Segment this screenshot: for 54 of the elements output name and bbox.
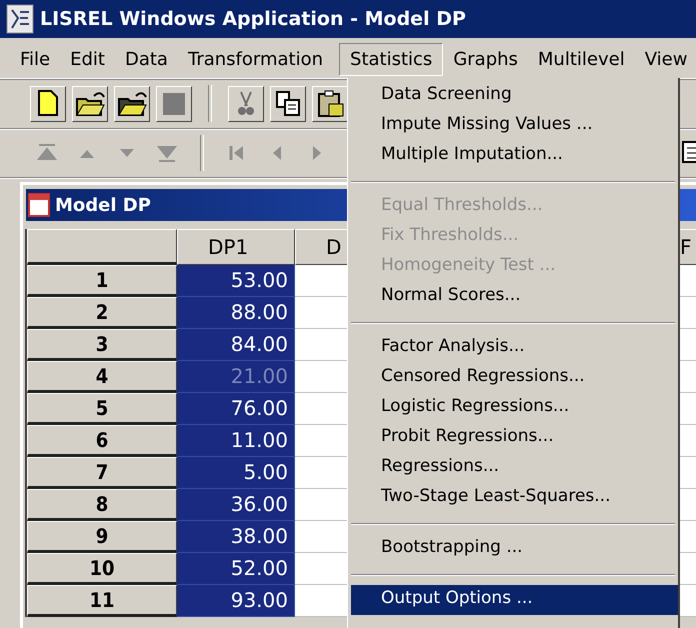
row-header[interactable]: 5 — [27, 393, 177, 425]
table-cell[interactable]: 52.00 — [177, 553, 295, 585]
row-header[interactable]: 2 — [27, 297, 177, 329]
table-cell[interactable]: 38.00 — [177, 521, 295, 553]
table-cell[interactable]: 93.00 — [177, 585, 295, 617]
table-cell[interactable]: 11.00 — [177, 425, 295, 457]
menu-item[interactable]: Censored Regressions... — [348, 363, 678, 393]
document-icon — [26, 191, 52, 219]
row-header[interactable]: 8 — [27, 489, 177, 521]
menu-item[interactable]: Probit Regressions... — [348, 423, 678, 453]
menu-item[interactable]: Factor Analysis... — [348, 333, 678, 363]
toolbar-button[interactable] — [30, 86, 66, 122]
menu-item[interactable]: Transformation — [178, 42, 334, 76]
menu-item[interactable]: Impute Missing Values ... — [348, 111, 678, 141]
child-window-title: Model DP — [55, 194, 151, 216]
menu-item[interactable]: View — [634, 42, 696, 76]
toolbar-button[interactable] — [156, 86, 192, 122]
menu-item[interactable]: Normal Scores... — [348, 282, 678, 312]
table-cell[interactable]: 88.00 — [177, 297, 295, 329]
menu-item[interactable]: Logistic Regressions... — [348, 393, 678, 423]
menu-item[interactable]: Statistics — [339, 42, 444, 76]
row-header[interactable]: 3 — [27, 329, 177, 361]
table-cell[interactable]: 76.00 — [177, 393, 295, 425]
menu-item[interactable]: Multilevel — [528, 42, 635, 76]
toolbar-button[interactable] — [270, 86, 306, 122]
toolbar-button[interactable] — [72, 86, 108, 122]
menu-item[interactable]: Output Options ... — [351, 585, 678, 615]
menu-item[interactable]: Data — [114, 42, 178, 76]
menu-item[interactable]: Data Screening — [348, 81, 678, 111]
menu-item[interactable]: Edit — [60, 42, 115, 76]
toolbar-button[interactable] — [114, 86, 150, 122]
row-header[interactable]: 10 — [27, 553, 177, 585]
row-header[interactable]: 1 — [27, 265, 177, 297]
window-title: LISREL Windows Application - Model DP — [40, 8, 466, 30]
toolbar-button[interactable] — [228, 86, 264, 122]
table-cell[interactable]: 53.00 — [177, 265, 295, 297]
table-cell[interactable]: 21.00 — [177, 361, 295, 393]
menu-item[interactable]: File — [10, 42, 60, 76]
app-icon — [6, 4, 34, 34]
row-header[interactable]: 11 — [27, 585, 177, 617]
row-header[interactable]: 6 — [27, 425, 177, 457]
menu-item[interactable]: Two-Stage Least-Squares... — [348, 483, 678, 513]
table-cell[interactable]: 84.00 — [177, 329, 295, 361]
row-header[interactable]: 7 — [27, 457, 177, 489]
menu-item[interactable]: Multiple Imputation... — [348, 141, 678, 171]
row-header[interactable]: 4 — [27, 361, 177, 393]
table-cell[interactable]: 5.00 — [177, 457, 295, 489]
row-header[interactable]: 9 — [27, 521, 177, 553]
column-header[interactable]: DP1 — [177, 229, 295, 265]
menu-item[interactable]: Graphs — [443, 42, 528, 76]
table-cell[interactable]: 36.00 — [177, 489, 295, 521]
menu-item[interactable]: Regressions... — [348, 453, 678, 483]
menu-item[interactable]: Bootstrapping ... — [348, 534, 678, 564]
toolbar-button[interactable] — [312, 86, 348, 122]
